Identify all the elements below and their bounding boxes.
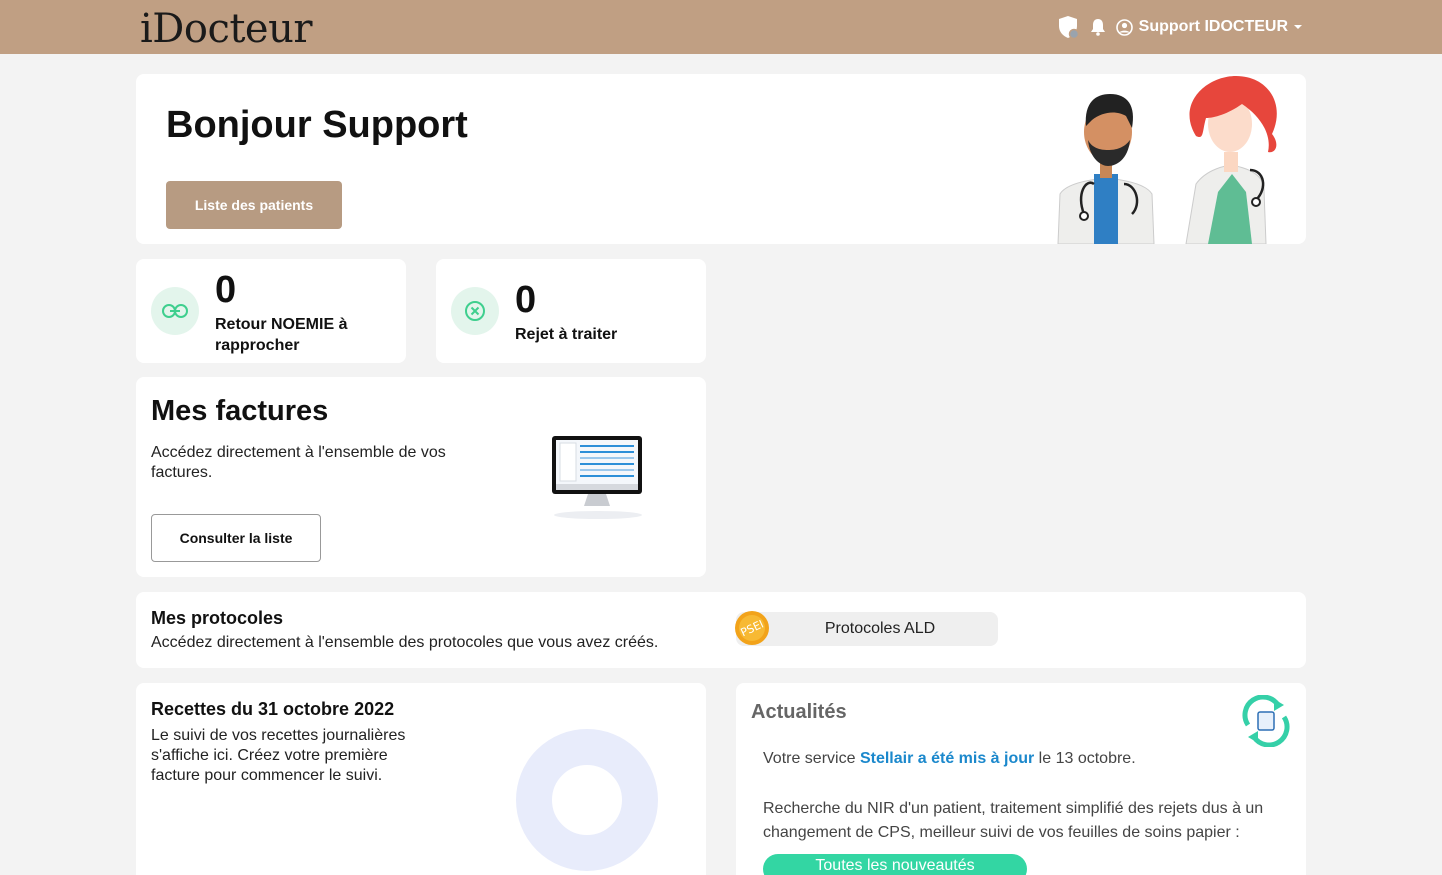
doctors-illustration xyxy=(1057,76,1277,244)
news-card: Actualités Votre service Stellair a été … xyxy=(736,683,1306,875)
psei-badge-icon: PSEI xyxy=(735,611,769,645)
patients-list-button[interactable]: Liste des patients xyxy=(166,181,342,229)
rejects-label: Rejet à traiter xyxy=(515,326,618,343)
user-name: Support IDOCTEUR xyxy=(1138,18,1288,35)
protocols-title: Mes protocoles xyxy=(151,608,284,628)
user-circle-icon xyxy=(1115,18,1133,36)
consult-list-button[interactable]: Consulter la liste xyxy=(151,514,321,562)
invoices-card: Mes factures Accédez directement à l'ens… xyxy=(136,377,706,577)
bell-icon[interactable] xyxy=(1090,18,1106,36)
revenue-description: Le suivi de vos recettes journalières s'… xyxy=(151,727,406,784)
top-navigation-bar: iDocteur Support IDOCTEUR xyxy=(0,0,1442,54)
news-title: Actualités xyxy=(751,701,847,723)
protocols-description: Accédez directement à l'ensemble des pro… xyxy=(151,634,659,651)
greeting-title: Bonjour Support xyxy=(166,104,468,146)
invoices-description: Accédez directement à l'ensemble de vos … xyxy=(151,444,446,481)
revenue-card: Recettes du 31 octobre 2022 Le suivi de … xyxy=(136,683,706,875)
news-suffix: le 13 octobre. xyxy=(1034,750,1136,767)
user-area: Support IDOCTEUR xyxy=(1058,15,1302,39)
link-icon xyxy=(151,287,199,335)
stellair-update-link[interactable]: Stellair a été mis à jour xyxy=(860,750,1034,767)
caret-down-icon xyxy=(1294,25,1302,29)
noemie-stat-card[interactable]: 0 Retour NOEMIE à rapprocher xyxy=(136,259,406,363)
news-update-text: Votre service Stellair a été mis à jour … xyxy=(763,750,1136,768)
welcome-card: Bonjour Support Liste des patients xyxy=(136,74,1306,244)
refresh-update-icon[interactable] xyxy=(1240,695,1292,747)
protocols-ald-button[interactable]: PSEI Protocoles ALD xyxy=(735,611,998,646)
noemie-count: 0 xyxy=(215,269,237,311)
noemie-label: Retour NOEMIE à rapprocher xyxy=(215,316,348,354)
user-account-menu[interactable]: Support IDOCTEUR xyxy=(1115,18,1302,36)
idocteur-logo[interactable]: iDocteur xyxy=(140,6,312,52)
revenue-title: Recettes du 31 octobre 2022 xyxy=(151,699,395,719)
protocols-ald-label: Protocoles ALD xyxy=(824,620,936,637)
protocols-card: Mes protocoles Accédez directement à l'e… xyxy=(136,592,1306,668)
shield-icon[interactable] xyxy=(1058,15,1080,39)
x-circle-icon xyxy=(451,287,499,335)
computer-monitor-illustration xyxy=(552,436,642,519)
news-body: Recherche du NIR d'un patient, traitemen… xyxy=(763,800,1264,841)
rejects-stat-card[interactable]: 0 Rejet à traiter xyxy=(436,259,706,363)
news-prefix: Votre service xyxy=(763,750,860,767)
rejects-count: 0 xyxy=(515,279,537,321)
revenue-donut-chart xyxy=(516,729,658,871)
all-news-button[interactable]: Toutes les nouveautés xyxy=(763,854,1027,875)
invoices-title: Mes factures xyxy=(151,395,329,427)
